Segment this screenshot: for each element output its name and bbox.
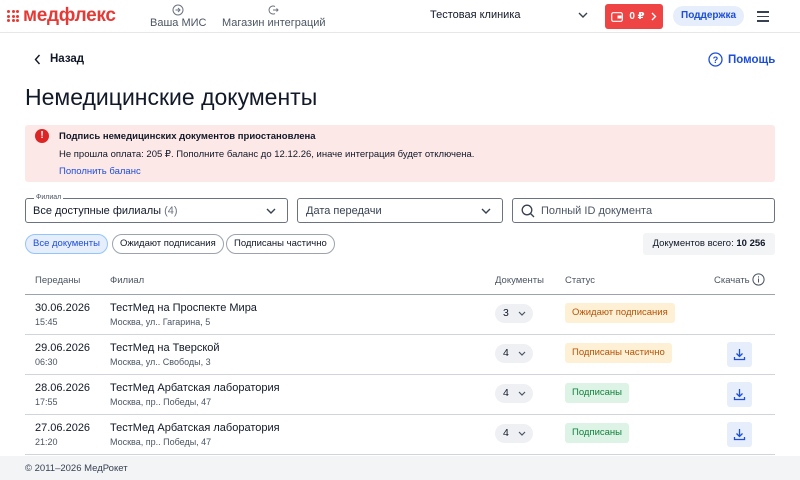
logo[interactable]: медфлекс <box>7 5 116 27</box>
table-row[interactable]: 29.06.2026 06:30 ТестМед на Тверской Мос… <box>25 335 775 375</box>
balance-value: 0 ₽ <box>629 11 645 22</box>
support-button[interactable]: Поддержка <box>673 6 745 26</box>
wallet-icon <box>611 11 624 22</box>
logo-text: медфлекс <box>23 5 116 26</box>
branch-select-value: Все доступные филиалы <box>33 205 162 217</box>
documents-total: Документов всего: 10 256 <box>643 233 775 255</box>
download-button[interactable] <box>727 382 752 407</box>
column-documents: Документы <box>495 275 544 286</box>
footer: © 2011–2026 МедРокет <box>0 456 800 480</box>
chevron-down-icon <box>266 208 276 214</box>
search-icon <box>521 204 535 218</box>
row-time: 21:20 <box>35 437 58 447</box>
balance-button[interactable]: 0 ₽ <box>605 4 663 29</box>
column-branch: Филиал <box>110 275 145 286</box>
chevron-down-icon <box>518 311 526 316</box>
row-documents-dropdown[interactable]: 4 <box>495 344 533 363</box>
column-sent: Переданы <box>35 275 81 286</box>
column-download: Скачать <box>714 275 750 286</box>
download-icon <box>733 389 746 401</box>
date-select-placeholder: Дата передачи <box>306 205 382 217</box>
top-up-balance-link[interactable]: Пополнить баланс <box>59 166 141 177</box>
status-badge: Подписаны частично <box>565 343 672 363</box>
help-label: Помощь <box>728 53 776 66</box>
column-status: Статус <box>565 275 596 286</box>
chevron-down-icon[interactable] <box>577 10 589 20</box>
nav-your-mis[interactable]: Ваша МИС <box>150 4 206 29</box>
svg-text:?: ? <box>713 55 719 65</box>
row-branch-name: ТестМед на Тверской <box>110 342 220 354</box>
status-badge: Подписаны <box>565 383 630 403</box>
row-documents-dropdown[interactable]: 4 <box>495 384 533 403</box>
row-documents-count: 4 <box>503 347 509 359</box>
status-badge: Подписаны <box>565 423 630 443</box>
row-documents-count: 4 <box>503 427 509 439</box>
exit-icon <box>268 5 279 15</box>
row-branch-name: ТестМед Арбатская лаборатория <box>110 382 280 394</box>
row-documents-dropdown[interactable]: 4 <box>495 424 533 443</box>
table-row[interactable]: 28.06.2026 17:55 ТестМед Арбатская лабор… <box>25 375 775 415</box>
row-date: 28.06.2026 <box>35 382 91 394</box>
menu-icon[interactable] <box>757 11 769 22</box>
table-row[interactable]: 27.06.2026 21:20 ТестМед Арбатская лабор… <box>25 415 775 455</box>
documents-total-value: 10 256 <box>736 238 766 249</box>
row-branch-address: Москва, пр.. Победы, 47 <box>110 437 212 447</box>
download-icon <box>733 349 746 361</box>
date-select[interactable]: Дата передачи <box>297 198 503 223</box>
alert-icon: ! <box>35 129 49 143</box>
clinic-selector[interactable]: Тестовая клиника <box>430 9 521 21</box>
top-bar: медфлекс Ваша МИС Магазин интеграций Тес… <box>0 0 800 33</box>
payment-alert: ! Подпись немедицинских документов приос… <box>25 125 775 182</box>
row-documents-dropdown[interactable]: 3 <box>495 304 533 323</box>
table-row[interactable]: 30.06.2026 15:45 ТестМед на Проспекте Ми… <box>25 295 775 335</box>
chevron-down-icon <box>481 208 491 214</box>
chip-partially-signed[interactable]: Подписаны частично <box>226 234 335 254</box>
branch-select[interactable]: Филиал Все доступные филиалы (4) <box>25 194 288 223</box>
search-input[interactable]: Полный ID документа <box>541 205 652 217</box>
row-date: 27.06.2026 <box>35 422 91 434</box>
row-branch-name: ТестМед на Проспекте Мира <box>110 302 257 314</box>
row-branch-address: Москва, ул.. Гагарина, 5 <box>110 317 211 327</box>
download-icon <box>733 429 746 441</box>
chevron-left-icon <box>34 54 41 64</box>
document-id-search[interactable]: Полный ID документа <box>512 198 775 223</box>
footer-copyright: © 2011–2026 МедРокет <box>25 463 128 474</box>
chevron-down-icon <box>518 391 526 396</box>
nav-your-mis-label: Ваша МИС <box>150 17 207 29</box>
download-button[interactable] <box>727 342 752 367</box>
info-icon[interactable] <box>752 273 765 286</box>
row-time: 17:55 <box>35 397 58 407</box>
row-branch-address: Москва, ул.. Свободы, 3 <box>110 357 211 367</box>
row-time: 06:30 <box>35 357 58 367</box>
chevron-down-icon <box>518 351 526 356</box>
row-time: 15:45 <box>35 317 58 327</box>
row-date: 30.06.2026 <box>35 302 91 314</box>
nav-integrations-store[interactable]: Магазин интеграций <box>222 4 326 29</box>
logo-grid-icon <box>7 10 19 22</box>
help-link[interactable]: ? Помощь <box>708 52 775 67</box>
page-title: Немедицинские документы <box>25 84 318 110</box>
alert-title: Подпись немедицинских документов приоста… <box>59 131 316 142</box>
back-link[interactable]: Назад <box>34 53 84 65</box>
row-documents-count: 4 <box>503 387 509 399</box>
row-branch-address: Москва, пр.. Победы, 47 <box>110 397 212 407</box>
status-badge: Ожидают подписания <box>565 303 675 323</box>
documents-total-label: Документов всего: <box>652 238 734 249</box>
login-icon <box>172 4 184 16</box>
chevron-down-icon <box>518 431 526 436</box>
download-button[interactable] <box>727 422 752 447</box>
chip-all-documents[interactable]: Все документы <box>25 234 108 254</box>
nav-integrations-store-label: Магазин интеграций <box>222 17 326 29</box>
row-documents-count: 3 <box>503 307 509 319</box>
branch-count: (4) <box>164 205 178 217</box>
chevron-right-icon <box>651 12 657 21</box>
branch-select-label: Филиал <box>34 194 64 201</box>
chip-awaiting-signature[interactable]: Ожидают подписания <box>112 234 224 254</box>
alert-text: Не прошла оплата: 205 ₽. Пополните балан… <box>59 149 475 160</box>
row-branch-name: ТестМед Арбатская лаборатория <box>110 422 280 434</box>
help-icon: ? <box>708 52 723 67</box>
branch-select-value-wrap: Все доступные филиалы (4) <box>33 205 178 217</box>
row-date: 29.06.2026 <box>35 342 91 354</box>
back-label: Назад <box>50 53 85 65</box>
